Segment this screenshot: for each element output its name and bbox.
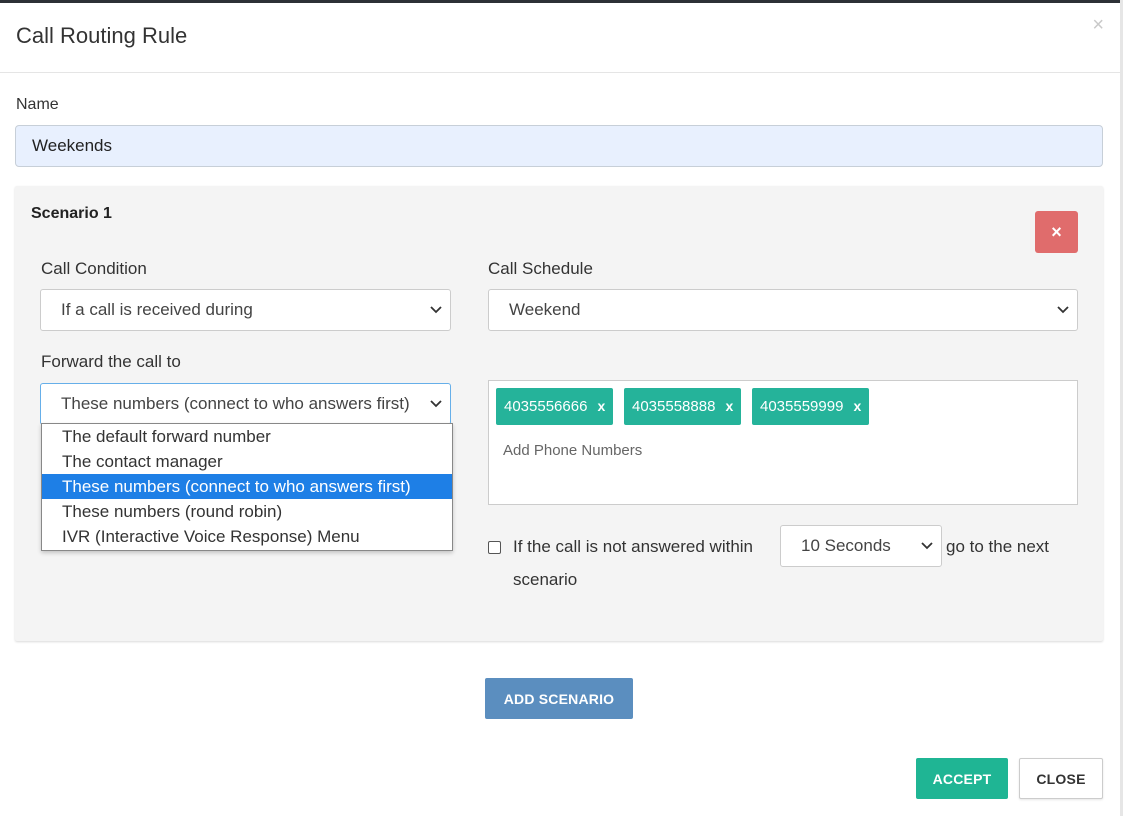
phone-numbers-input[interactable]: 4035556666 x 4035558888 x 4035559999 x Add … [488,380,1078,505]
forward-label: Forward the call to [41,352,181,371]
name-input[interactable] [15,125,1103,167]
forward-option[interactable]: These numbers (round robin) [42,499,452,524]
chevron-down-icon [424,384,446,424]
call-condition-select[interactable]: If a call is received during [40,289,451,331]
call-routing-modal: Call Routing Rule × Name Scenario 1 × Ca… [0,3,1120,816]
forward-select[interactable]: These numbers (connect to who answers fi… [40,383,451,425]
chevron-down-icon [1055,290,1069,330]
no-answer-text: If the call is not answered within [513,537,754,556]
phone-tag: 4035558888 x [624,388,742,425]
scenario-title: Scenario 1 [31,205,112,222]
add-scenario-button[interactable]: ADD SCENARIO [485,678,633,719]
no-answer-checkbox[interactable] [488,541,501,554]
chevron-down-icon [919,526,933,566]
add-phone-placeholder[interactable]: Add Phone Numbers [503,442,642,459]
phone-tag: 4035556666 x [496,388,614,425]
forward-option[interactable]: The default forward number [42,424,452,449]
accept-button[interactable]: ACCEPT [916,758,1008,799]
seconds-select[interactable]: 10 Seconds [780,525,942,567]
call-schedule-label: Call Schedule [488,259,593,278]
remove-scenario-button[interactable]: × [1035,211,1078,253]
remove-tag-icon[interactable]: x [853,398,861,414]
scenario-panel: Scenario 1 × Call Condition If a call is… [15,186,1103,641]
remove-tag-icon[interactable]: x [725,398,733,414]
phone-tag: 4035559999 x [752,388,870,425]
close-icon[interactable]: × [1092,15,1104,35]
remove-tag-icon[interactable]: x [597,398,605,414]
call-schedule-value: Weekend [509,300,581,319]
phone-tag-label: 4035559999 [760,398,844,415]
seconds-value: 10 Seconds [801,536,891,555]
call-condition-label: Call Condition [41,259,147,278]
close-icon: × [1051,221,1062,242]
forward-option[interactable]: IVR (Interactive Voice Response) Menu [42,524,452,549]
chevron-down-icon [428,290,442,330]
forward-option-selected[interactable]: These numbers (connect to who answers fi… [42,474,452,499]
forward-value: These numbers (connect to who answers fi… [61,394,410,413]
forward-options-list: The default forward number The contact m… [41,423,453,551]
name-label: Name [16,96,59,113]
modal-title: Call Routing Rule [16,23,188,48]
no-answer-text-after: go to the next [946,537,1050,556]
forward-option[interactable]: The contact manager [42,449,452,474]
no-answer-row: If the call is not answered within 10 Se… [488,524,1088,604]
close-button[interactable]: CLOSE [1019,758,1103,799]
phone-tag-label: 4035558888 [632,398,716,415]
no-answer-text-wrap: scenario [513,570,578,589]
call-schedule-select[interactable]: Weekend [488,289,1078,331]
phone-tag-label: 4035556666 [504,398,588,415]
modal-header: Call Routing Rule × [0,3,1120,73]
call-condition-value: If a call is received during [61,300,253,319]
